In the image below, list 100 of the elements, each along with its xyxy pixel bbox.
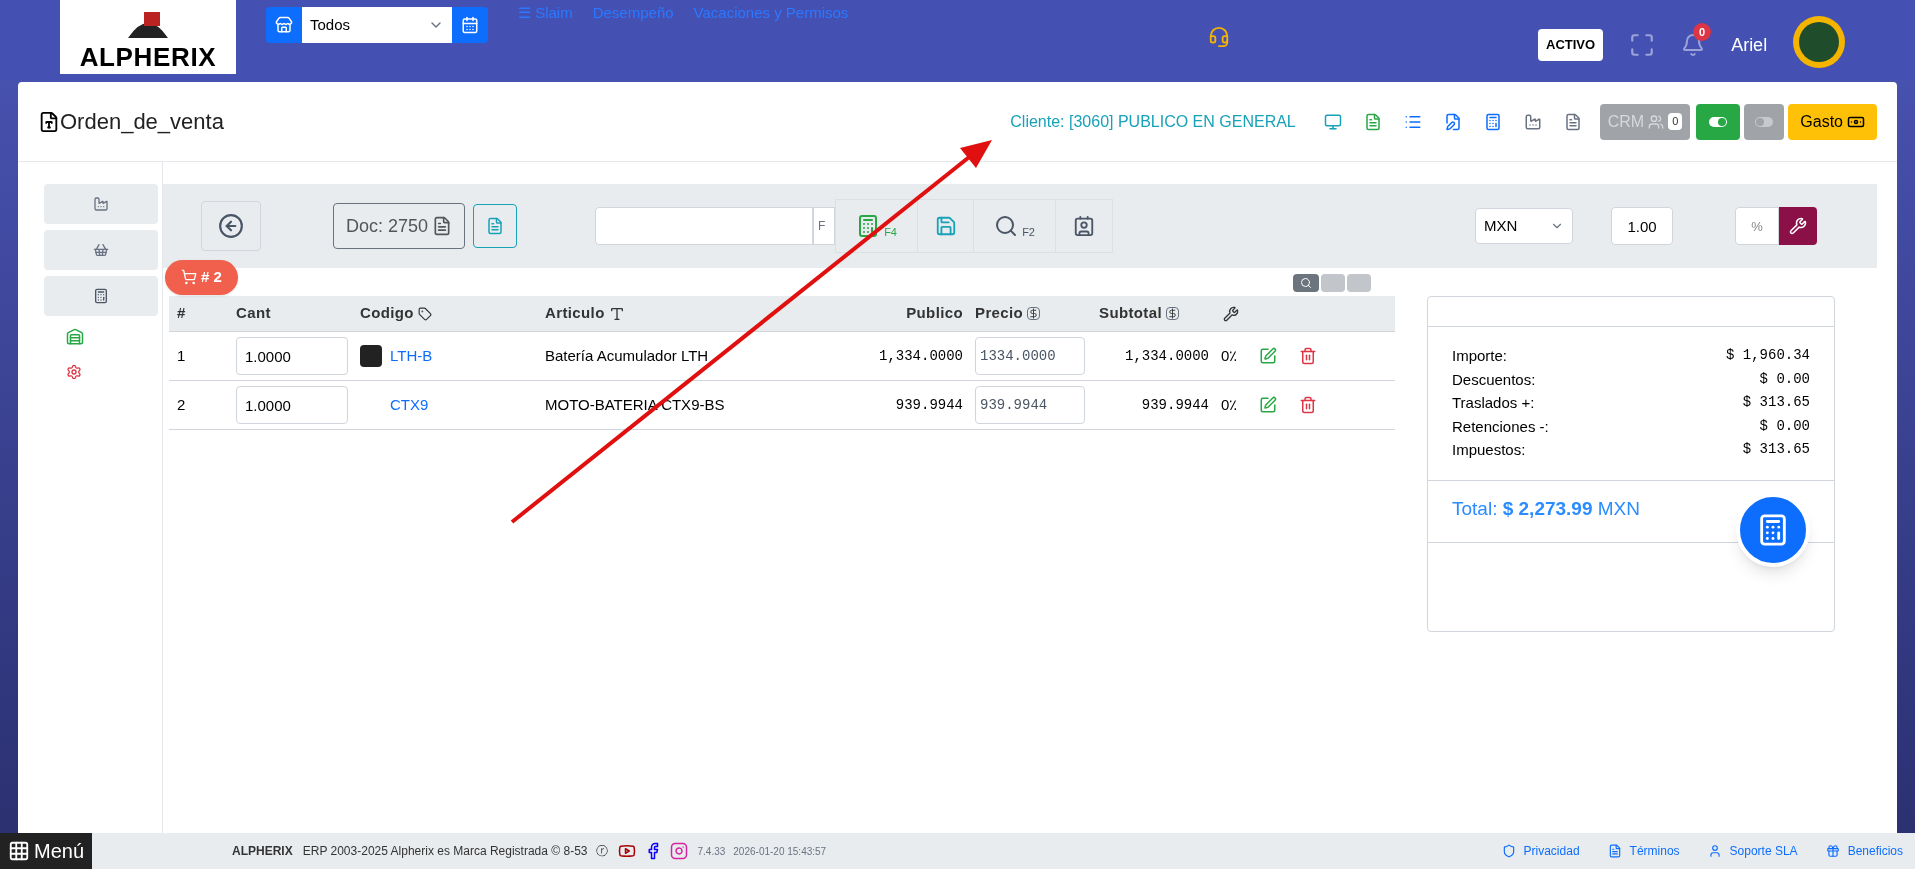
factory-icon[interactable]	[1523, 112, 1542, 131]
total-label: Descuentos:	[1452, 369, 1536, 390]
exchange-rate-field[interactable]: 1.00	[1611, 207, 1673, 245]
file-button[interactable]	[473, 204, 518, 248]
settings-icon[interactable]	[66, 364, 82, 380]
column-header: Articulo	[545, 303, 605, 324]
product-code-link[interactable]: LTH-B	[390, 344, 433, 368]
percent-field[interactable]: %	[1735, 207, 1779, 245]
headset-icon[interactable]	[1208, 26, 1230, 48]
price-field[interactable]: 939.9944	[975, 386, 1085, 424]
currency-select[interactable]: MXN	[1475, 208, 1573, 244]
notification-count: 0	[1693, 23, 1712, 41]
calendar-button[interactable]	[452, 7, 488, 43]
total-label: Retenciones -:	[1452, 416, 1549, 437]
total-label: Importe:	[1452, 346, 1508, 366]
user-name[interactable]: Ariel	[1731, 31, 1768, 59]
quantity-field[interactable]: 1.0000	[236, 337, 348, 375]
table-cell-text: Batería Acumulador LTH	[545, 345, 710, 366]
table-cell-text: 1,334.0000	[878, 346, 963, 366]
warehouse-icon[interactable]	[66, 328, 84, 346]
column-header: Subtotal	[1099, 303, 1162, 324]
document-icon	[486, 217, 505, 235]
price-field[interactable]: 1334.0000	[975, 337, 1085, 375]
page-title: Orden_de_venta	[60, 108, 224, 136]
footer-link[interactable]: Soporte SLA	[1707, 842, 1798, 860]
total-value: $ 1,960.34	[1726, 346, 1810, 365]
logo: ALPHERIX	[60, 0, 236, 74]
column-header: Cant	[236, 303, 271, 324]
menu-button[interactable]: Menú	[0, 833, 93, 869]
document-icon[interactable]	[1363, 112, 1382, 131]
footer-brand: ALPHERIX	[232, 843, 293, 860]
table-cell-text: MOTO-BATERIA CTX9-BS	[545, 394, 726, 415]
camera-icon[interactable]	[669, 842, 688, 860]
users-icon	[1648, 113, 1665, 130]
report-icon[interactable]	[1563, 112, 1582, 131]
document-number-button[interactable]: Doc: 2750	[333, 203, 466, 249]
text-icon	[608, 305, 625, 322]
search-field[interactable]	[595, 207, 814, 245]
total-label: Traslados +:	[1452, 393, 1535, 413]
tag-icon	[417, 306, 432, 321]
total-value: $ 313.65	[1742, 393, 1810, 412]
cart-badge: # 2	[165, 260, 238, 295]
copyright-text: ERP 2003-2025 Alpherix es Marca Registrada © 8-53	[302, 843, 588, 860]
register-icon[interactable]	[1483, 112, 1502, 131]
shield-icon	[1501, 844, 1516, 858]
tools-icon	[1789, 217, 1807, 235]
discount-cell-text: 0٪	[1221, 345, 1239, 366]
delete-icon[interactable]	[1299, 347, 1317, 365]
total-value: $ 0.00	[1759, 416, 1810, 436]
total-label: Impuestos:	[1452, 440, 1526, 460]
user-avatar[interactable]	[1793, 16, 1846, 68]
footer-link[interactable]: Términos	[1607, 842, 1680, 860]
edit-icon[interactable]	[1259, 347, 1277, 365]
edit-document-icon[interactable]	[1443, 112, 1462, 131]
save-icon	[934, 215, 957, 237]
column-header: Precio	[975, 303, 1024, 324]
dollar-icon	[1027, 307, 1041, 320]
column-header: Publico	[906, 303, 963, 324]
fullscreen-icon[interactable]	[1629, 32, 1656, 58]
quantity-field[interactable]: 1.0000	[236, 386, 348, 424]
video-icon[interactable]	[617, 842, 636, 860]
basket-icon	[93, 242, 109, 258]
status-badge: ACTIVO	[1538, 29, 1604, 61]
register-icon	[93, 288, 109, 304]
grid-icon	[8, 840, 30, 862]
product-code-link[interactable]: CTX9	[390, 393, 429, 417]
search-button[interactable]	[1293, 274, 1319, 292]
key-hint: F	[813, 207, 836, 245]
delete-icon[interactable]	[1299, 396, 1317, 414]
discount-cell-text: 0٪	[1221, 394, 1239, 415]
search-icon	[994, 214, 1019, 238]
store-icon	[275, 16, 293, 34]
total-value: $ 0.00	[1759, 369, 1810, 389]
expense-button[interactable]: Gasto	[1788, 103, 1877, 140]
toggle-button[interactable]	[1744, 103, 1785, 140]
search-icon	[1300, 277, 1312, 289]
monitor-icon[interactable]	[1323, 112, 1342, 131]
calendar-icon	[461, 16, 479, 34]
document-icon	[432, 216, 453, 236]
registered-mark: ⓡ	[595, 843, 608, 860]
tools-button[interactable]	[1779, 207, 1817, 245]
toggle-button[interactable]	[1696, 103, 1741, 140]
table-cell-text: 939.9944	[1140, 395, 1209, 415]
user-icon	[1707, 844, 1722, 858]
total-value: $ 313.65	[1742, 440, 1810, 459]
edit-icon[interactable]	[1259, 396, 1277, 414]
back-button[interactable]	[201, 201, 261, 251]
footer-link[interactable]: Beneficios	[1825, 842, 1903, 860]
store-button[interactable]	[266, 7, 302, 43]
dollar-icon	[1166, 307, 1179, 320]
column-header: #	[177, 303, 186, 324]
table-cell-text: 939.9944	[894, 395, 963, 415]
version-text: 7.4.33	[697, 844, 726, 859]
table-cell-text: 1	[176, 345, 187, 366]
search-button[interactable]: F2	[974, 200, 1057, 252]
footer-link[interactable]: Privacidad	[1501, 842, 1580, 860]
cart-icon	[181, 269, 197, 286]
column-header: Codigo	[360, 303, 414, 324]
gift-icon	[1825, 844, 1840, 858]
branch-select[interactable]: Todos	[302, 7, 452, 43]
